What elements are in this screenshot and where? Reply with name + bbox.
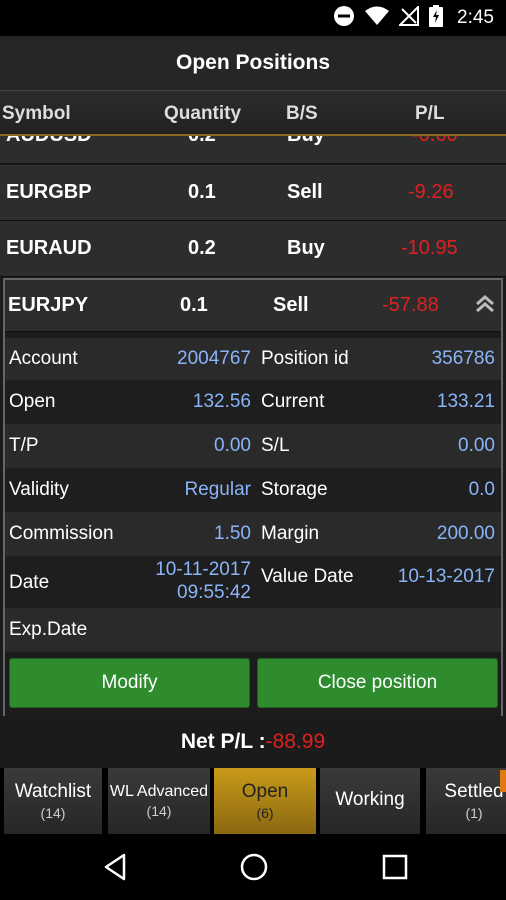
table-row[interactable]: EURAUD 0.2 Buy -10.95	[0, 221, 506, 277]
margin-label: Margin	[261, 523, 320, 544]
row-symbol: AUDUSD	[6, 136, 92, 147]
storage-label: Storage	[261, 479, 328, 500]
tab-wl-advanced[interactable]: WL Advanced (14)	[108, 768, 210, 834]
expanded-symbol: EURJPY	[8, 294, 89, 316]
page-title: Open Positions	[175, 51, 330, 74]
detail-row-date: Date 10-11-2017 09:55:42 Value Date 10-1…	[5, 556, 501, 608]
tab-label: Working	[335, 789, 405, 810]
column-pl[interactable]: P/L	[415, 103, 445, 125]
close-position-button[interactable]: Close position	[257, 658, 498, 708]
expanded-row-header[interactable]: EURJPY 0.1 Sell -57.88	[5, 280, 501, 332]
tab-count: (14)	[40, 805, 66, 821]
no-signal-icon	[397, 4, 420, 31]
tab-open[interactable]: Open (6)	[214, 768, 316, 834]
recents-icon[interactable]	[380, 852, 410, 882]
tab-count: (1)	[465, 805, 483, 821]
clock: 2:45	[457, 7, 494, 28]
detail-row-validity: Validity Regular Storage 0.0	[5, 468, 501, 512]
column-header: Symbol Quantity B/S P/L	[0, 90, 506, 136]
row-quantity: 0.1	[188, 181, 216, 203]
dnd-icon	[333, 5, 355, 32]
tab-watchlist[interactable]: Watchlist (14)	[4, 768, 102, 834]
account-label: Account	[9, 348, 78, 369]
system-navigation-bar	[0, 834, 506, 900]
tab-settled[interactable]: Settled (1)	[426, 768, 506, 834]
sl-value: 0.00	[458, 435, 495, 456]
detail-row-tp: T/P 0.00 S/L 0.00	[5, 424, 501, 468]
table-row[interactable]: EURGBP 0.1 Sell -9.26	[0, 165, 506, 221]
home-icon[interactable]	[239, 852, 269, 882]
row-pl: -10.95	[401, 237, 458, 259]
tab-label: Open	[241, 781, 289, 802]
row-pl: -0.60	[412, 136, 458, 147]
row-side: Sell	[287, 181, 323, 203]
row-side: Buy	[287, 237, 325, 259]
back-icon[interactable]	[100, 852, 130, 882]
tab-label: WL Advanced	[109, 783, 209, 800]
row-pl: -9.26	[408, 181, 454, 203]
position-id-label: Position id	[261, 348, 349, 369]
current-label: Current	[261, 391, 325, 412]
validity-label: Validity	[9, 479, 69, 500]
expanded-position: EURJPY 0.1 Sell -57.88 Account 2004767 P…	[3, 278, 503, 716]
expanded-side: Sell	[273, 294, 309, 316]
tp-value: 0.00	[214, 435, 251, 456]
open-value: 132.56	[192, 391, 251, 412]
tab-label: Settled	[444, 781, 504, 802]
column-quantity[interactable]: Quantity	[164, 103, 241, 125]
exp-date-label: Exp.Date	[9, 619, 88, 640]
status-bar: 2:45	[0, 0, 506, 36]
date-label: Date	[9, 572, 50, 593]
validity-value: Regular	[184, 479, 251, 500]
open-label: Open	[9, 391, 56, 412]
tp-label: T/P	[9, 435, 39, 456]
notification-marker	[500, 770, 506, 792]
margin-value: 200.00	[436, 523, 495, 544]
date-day-value: 10-11-2017	[155, 559, 251, 580]
app-header: Open Positions	[0, 36, 506, 90]
tab-count: (6)	[256, 805, 274, 821]
expanded-pl: -57.88	[382, 294, 439, 316]
expanded-quantity: 0.1	[180, 294, 208, 316]
tab-count: (14)	[146, 803, 172, 819]
row-side: Buy	[287, 136, 325, 147]
date-time-value: 09:55:42	[177, 582, 251, 603]
detail-row-commission: Commission 1.50 Margin 200.00	[5, 512, 501, 556]
detail-row-expdate: Exp.Date	[5, 608, 501, 652]
row-quantity: 0.2	[188, 136, 216, 147]
row-quantity: 0.2	[188, 237, 216, 259]
value-date-label: Value Date	[261, 566, 354, 587]
row-symbol: EURGBP	[6, 181, 92, 203]
tab-working[interactable]: Working	[320, 768, 420, 834]
position-id-value: 356786	[431, 348, 495, 369]
positions-list[interactable]: AUDUSD 0.2 Buy -0.60 EURGBP 0.1 Sell -9.…	[0, 136, 506, 716]
storage-value: 0.0	[468, 479, 495, 500]
account-value: 2004767	[177, 348, 251, 369]
battery-charging-icon	[429, 4, 444, 32]
modify-button[interactable]: Modify	[9, 658, 250, 708]
column-bs[interactable]: B/S	[286, 103, 318, 125]
net-pl-label: Net P/L :	[180, 730, 266, 753]
bottom-tab-bar: Watchlist (14) WL Advanced (14) Open (6)…	[0, 768, 506, 834]
commission-value: 1.50	[214, 523, 251, 544]
value-date-value: 10-13-2017	[397, 566, 495, 587]
collapse-chevron-icon[interactable]	[473, 292, 497, 316]
commission-label: Commission	[9, 523, 114, 544]
table-row[interactable]: AUDUSD 0.2 Buy -0.60	[0, 136, 506, 164]
column-symbol[interactable]: Symbol	[2, 103, 71, 125]
sl-label: S/L	[261, 435, 290, 456]
net-pl-value: -88.99	[265, 730, 326, 753]
current-value: 133.21	[436, 391, 495, 412]
wifi-icon	[365, 6, 390, 31]
row-symbol: EURAUD	[6, 237, 92, 259]
net-pl: Net P/L : -88.99	[0, 716, 506, 768]
tab-label: Watchlist	[14, 781, 92, 802]
detail-row-account: Account 2004767 Position id 356786	[5, 338, 501, 380]
detail-row-open: Open 132.56 Current 133.21	[5, 380, 501, 424]
